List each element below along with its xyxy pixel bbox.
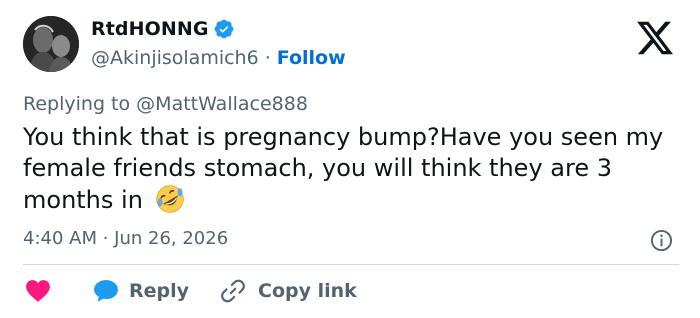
tweet-text: You think that is pregnancy bump?Have yo…: [23, 122, 683, 216]
follow-button[interactable]: Follow: [277, 47, 346, 69]
copy-link-label: Copy link: [258, 280, 357, 302]
action-bar: Reply Copy link: [23, 276, 357, 306]
author-handle-row: @Akinjisolamich6 · Follow: [91, 47, 346, 69]
avatar[interactable]: [23, 16, 79, 72]
author-name-row[interactable]: RtdHONNG: [91, 18, 235, 40]
x-logo-icon[interactable]: [635, 18, 675, 58]
author-handle[interactable]: @Akinjisolamich6: [91, 47, 259, 69]
chat-bubble-icon: [94, 280, 118, 302]
tweet-timestamp[interactable]: 4:40 AM · Jun 26, 2026: [23, 228, 228, 249]
author-name[interactable]: RtdHONNG: [91, 18, 209, 40]
reply-button[interactable]: Reply: [93, 279, 189, 303]
divider: [23, 264, 679, 265]
rolling-on-the-floor-laughing-icon: [155, 185, 184, 213]
link-icon: [221, 279, 245, 303]
heart-icon: [26, 280, 50, 302]
replying-to-line: Replying to @MattWallace888: [23, 93, 308, 115]
verified-badge-icon: [214, 19, 233, 39]
separator-dot: ·: [264, 47, 271, 69]
info-icon[interactable]: [650, 229, 673, 252]
copy-link-button[interactable]: Copy link: [220, 278, 357, 304]
replying-to-prefix: Replying to: [23, 93, 131, 115]
replying-to-mention[interactable]: @MattWallace888: [136, 93, 308, 115]
tweet-body: You think that is pregnancy bump?Have yo…: [23, 123, 664, 214]
like-button[interactable]: [23, 279, 51, 303]
reply-label: Reply: [129, 280, 190, 302]
